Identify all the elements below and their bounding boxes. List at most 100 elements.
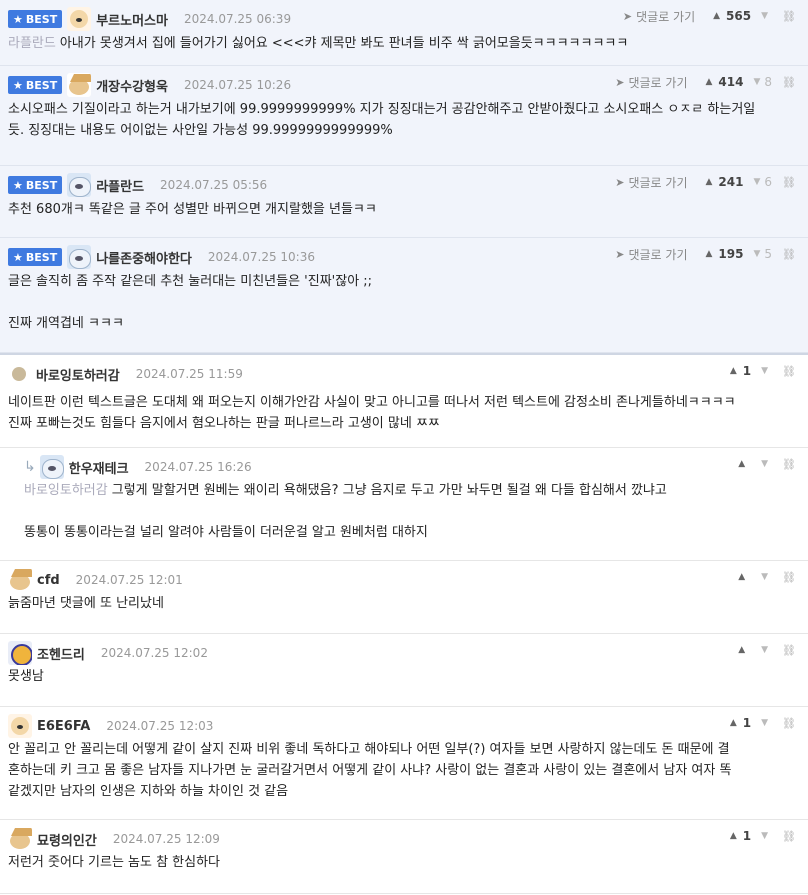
comment-date: 2024.07.25 10:36 xyxy=(207,250,315,264)
avatar[interactable] xyxy=(67,73,92,97)
author-name[interactable]: 나를존중해야한다 xyxy=(96,248,192,267)
avatar[interactable] xyxy=(8,568,32,592)
avatar[interactable] xyxy=(8,714,32,738)
comment-body: 저런거 줏어다 기르는 놈도 참 한심하다 xyxy=(8,852,798,873)
upvote-button[interactable]: ▲ xyxy=(738,459,751,469)
goto-arrow-icon: ➤ xyxy=(615,247,625,261)
comment-body: 네이트판 이런 텍스트글은 도대체 왜 퍼오는지 이해가안감 사실이 맞고 아니… xyxy=(8,392,798,434)
thumb-up-icon: ▲ xyxy=(729,718,737,728)
link-icon[interactable]: ⛓ xyxy=(782,717,796,730)
thumb-down-icon: ▼ xyxy=(753,77,761,87)
upvote-button[interactable]: ▲ xyxy=(738,645,751,655)
link-icon[interactable]: ⛓ xyxy=(782,176,796,189)
author-name[interactable]: 조헨드리 xyxy=(37,644,85,663)
author-name[interactable]: cfd xyxy=(37,573,60,588)
comment-header: ★ BEST 라플란드 2024.07.25 05:56 xyxy=(8,172,267,198)
avatar[interactable] xyxy=(8,641,32,665)
downvote-button[interactable]: ▼ xyxy=(761,831,772,841)
comment-actions: ▲ ▼ ⛓ xyxy=(738,567,796,587)
link-icon[interactable]: ⛓ xyxy=(782,644,796,657)
upvote-count: 1 xyxy=(742,364,752,378)
link-icon[interactable]: ⛓ xyxy=(782,10,796,23)
comment-body: 추천 680개ㅋ 똑같은 글 주어 성별만 바뀌으면 개지랄했을 년들ㅋㅋ xyxy=(8,199,798,220)
link-icon[interactable]: ⛓ xyxy=(782,458,796,471)
upvote-button[interactable]: ▲ 195 xyxy=(705,247,743,261)
upvote-button[interactable]: ▲ 1 xyxy=(730,716,751,730)
comment-date: 2024.07.25 12:01 xyxy=(75,573,183,587)
comment-line: 글은 솔직히 좀 주작 같은데 추천 눌러대는 미친년들은 '진짜'잖아 ;; xyxy=(8,271,798,292)
goto-comment-link[interactable]: ➤ 댓글로 가기 xyxy=(615,74,687,91)
avatar[interactable] xyxy=(67,173,92,197)
downvote-button[interactable]: ▼ xyxy=(761,459,772,469)
goto-comment-link[interactable]: ➤ 댓글로 가기 xyxy=(615,246,687,263)
comment-text: 네이트판 이런 텍스트글은 도대체 왜 퍼오는지 이해가안감 사실이 맞고 아니… xyxy=(8,395,736,410)
comment-header: ★ BEST 부르노머스마 2024.07.25 06:39 xyxy=(8,6,291,32)
thumb-up-icon: ▲ xyxy=(713,11,721,21)
downvote-button[interactable]: ▼ xyxy=(761,572,772,582)
upvote-count: 241 xyxy=(718,175,744,189)
avatar[interactable] xyxy=(39,455,64,479)
thumb-down-icon: ▼ xyxy=(761,572,769,582)
link-icon[interactable]: ⛓ xyxy=(782,76,796,89)
author-name[interactable]: 묘령의인간 xyxy=(37,830,97,849)
author-name[interactable]: 개장수강형욱 xyxy=(96,76,168,95)
mention-name[interactable]: 라플란드 xyxy=(8,36,56,51)
author-name[interactable]: 라플란드 xyxy=(96,176,144,195)
upvote-button[interactable]: ▲ 414 xyxy=(705,75,743,89)
comment-line: 늙줌마년 댓글에 또 난리났네 xyxy=(8,593,798,614)
avatar[interactable] xyxy=(12,367,26,381)
avatar[interactable] xyxy=(67,7,92,31)
thumb-up-icon: ▲ xyxy=(738,459,746,469)
downvote-button[interactable]: ▼ 5 xyxy=(753,247,772,261)
mention-name[interactable]: 바로잉토하러감 xyxy=(24,483,108,498)
author-name[interactable]: 부르노머스마 xyxy=(96,10,168,29)
comment: cfd 2024.07.25 12:01 ▲ ▼ ⛓ 늙줌마년 댓글에 또 난리났네 xyxy=(0,561,808,634)
link-icon[interactable]: ⛓ xyxy=(782,571,796,584)
comment-date: 2024.07.25 12:09 xyxy=(112,832,220,846)
comment-body: 글은 솔직히 좀 주작 같은데 추천 눌러대는 미친년들은 '진짜'잖아 ;; 진… xyxy=(8,271,798,334)
comment-header: ↳ 한우재테크 2024.07.25 16:26 xyxy=(24,454,252,480)
downvote-button[interactable]: ▼ xyxy=(761,645,772,655)
comment-header: 묘령의인간 2024.07.25 12:09 xyxy=(8,826,220,852)
author-name[interactable]: 한우재테크 xyxy=(69,458,129,477)
downvote-button[interactable]: ▼ 8 xyxy=(753,75,772,89)
author-name[interactable]: E6E6FA xyxy=(37,719,90,734)
link-icon[interactable]: ⛓ xyxy=(782,365,796,378)
avatar[interactable] xyxy=(8,827,32,851)
downvote-count: 8 xyxy=(764,75,773,89)
link-icon[interactable]: ⛓ xyxy=(782,830,796,843)
comment-text: 진짜 포빠는것도 힘들다 음지에서 혐오나하는 판글 퍼나르느라 고생이 많네 … xyxy=(8,416,440,431)
downvote-button[interactable]: ▼ xyxy=(761,366,772,376)
comment-line: 똥통이 똥통이라는걸 널리 알려야 사람들이 더러운걸 알고 원베처럼 대하지 xyxy=(24,522,798,543)
author-name[interactable]: 바로잉토하러감 xyxy=(36,365,120,384)
comment-actions: ➤ 댓글로 가기 ▲ 565 ▼ ⛓ xyxy=(623,6,796,26)
upvote-button[interactable]: ▲ 1 xyxy=(730,829,751,843)
goto-comment-link[interactable]: ➤ 댓글로 가기 xyxy=(615,174,687,191)
comment-header: 바로잉토하러감 2024.07.25 11:59 xyxy=(8,361,243,387)
downvote-button[interactable]: ▼ 6 xyxy=(753,175,772,189)
upvote-button[interactable]: ▲ 1 xyxy=(730,364,751,378)
thumb-down-icon: ▼ xyxy=(761,11,769,21)
upvote-button[interactable]: ▲ 241 xyxy=(705,175,743,189)
comment-text: 늙줌마년 댓글에 또 난리났네 xyxy=(8,596,164,611)
goto-label: 댓글로 가기 xyxy=(628,175,688,190)
thumb-up-icon: ▲ xyxy=(705,177,713,187)
downvote-button[interactable]: ▼ xyxy=(761,718,772,728)
avatar[interactable] xyxy=(67,245,92,269)
downvote-count: 6 xyxy=(764,175,773,189)
comment-actions: ▲ 1 ▼ ⛓ xyxy=(730,361,796,381)
comment-date: 2024.07.25 05:56 xyxy=(160,178,268,192)
goto-comment-link[interactable]: ➤ 댓글로 가기 xyxy=(623,8,695,25)
upvote-button[interactable]: ▲ xyxy=(738,572,751,582)
downvote-button[interactable]: ▼ xyxy=(761,11,772,21)
best-badge: ★ BEST xyxy=(8,176,63,194)
thumb-up-icon: ▲ xyxy=(705,77,713,87)
link-icon[interactable]: ⛓ xyxy=(782,248,796,261)
upvote-button[interactable]: ▲ 565 xyxy=(713,9,751,23)
comment-actions: ▲ 1 ▼ ⛓ xyxy=(730,713,796,733)
best-label: BEST xyxy=(25,78,58,92)
thumb-down-icon: ▼ xyxy=(753,177,761,187)
comment-text: 소시오패스 기질이라고 하는거 내가보기에 99.9999999999% 지가 … xyxy=(8,102,756,117)
thumb-up-icon: ▲ xyxy=(729,831,737,841)
reply-comment: ↳ 한우재테크 2024.07.25 16:26 ▲ ▼ ⛓ 바로잉토하러감 그렇게 말할거면… xyxy=(0,448,808,561)
